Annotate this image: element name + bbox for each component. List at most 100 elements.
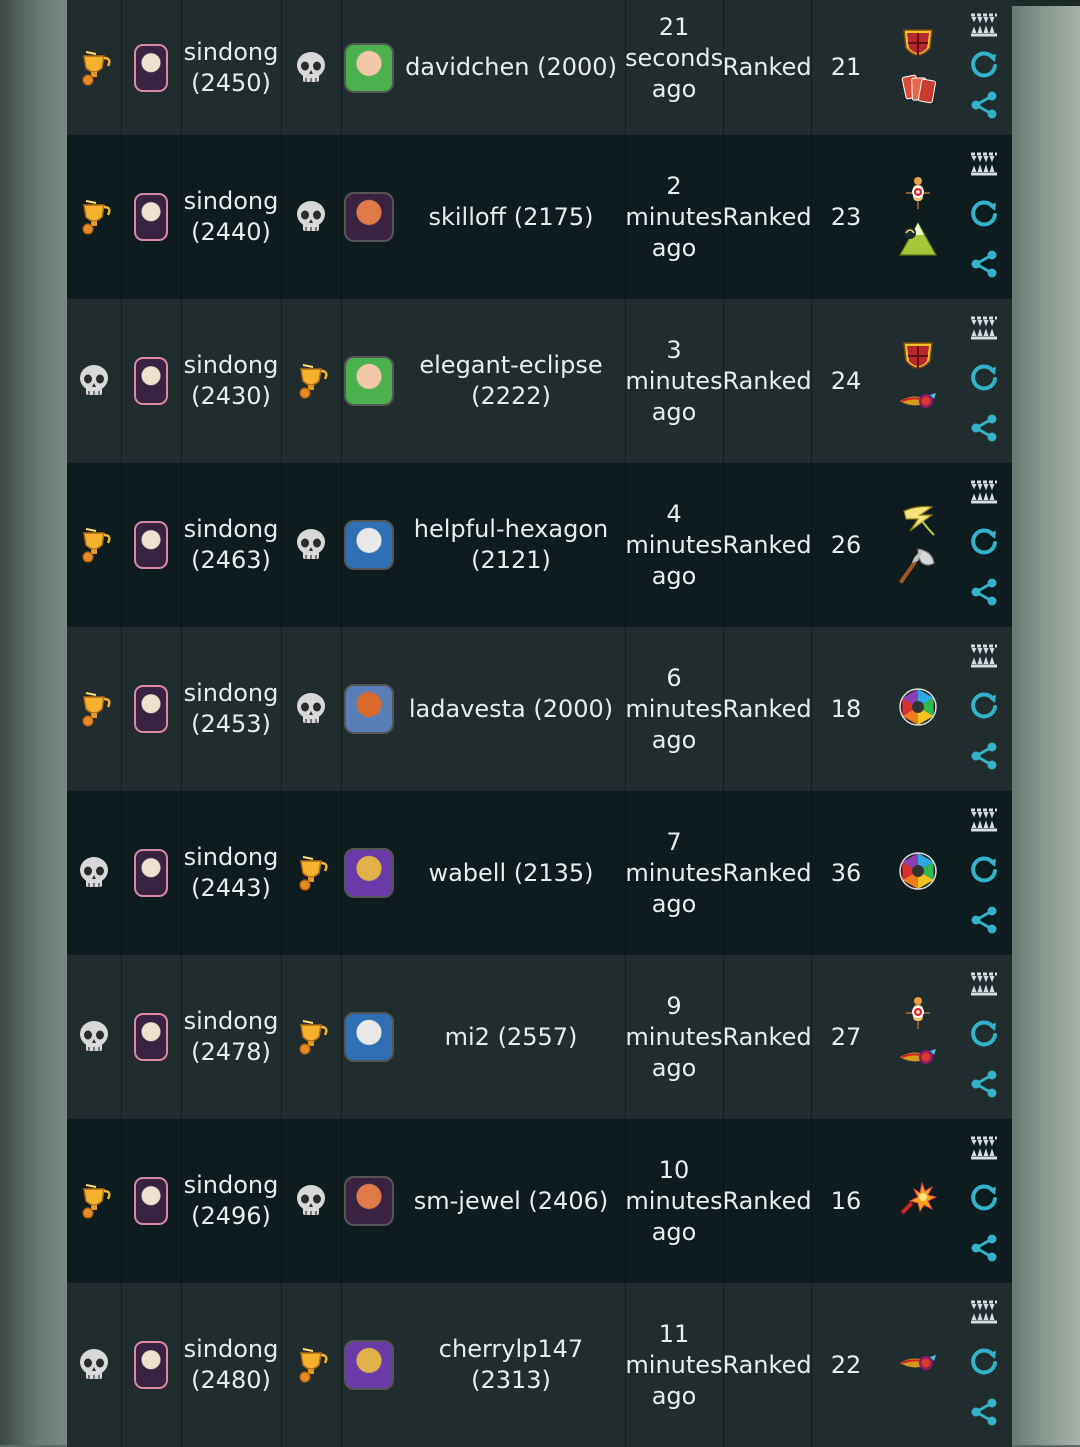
replay-button[interactable] — [968, 361, 1000, 397]
fangs-icon[interactable] — [969, 478, 999, 510]
fangs-icon[interactable] — [969, 970, 999, 1002]
player-name-label: sindong (2496) — [183, 1171, 279, 1230]
trophy-icon — [67, 627, 121, 791]
match-row[interactable]: sindong (2440) skilloff (2175) 2 minutes a… — [67, 135, 1012, 299]
column-divider — [723, 463, 724, 627]
opponent-name[interactable]: ladavesta (2000) — [397, 627, 625, 791]
player-avatar[interactable] — [121, 463, 181, 627]
match-mode-label: Ranked — [722, 1350, 812, 1379]
replay-button[interactable] — [968, 1345, 1000, 1381]
match-row[interactable]: sindong (2480) cherrylp147 (2313) 11 minut… — [67, 1283, 1012, 1447]
fangs-icon[interactable] — [969, 806, 999, 838]
opponent-avatar[interactable] — [341, 1119, 397, 1283]
share-button[interactable] — [968, 904, 1000, 940]
share-button[interactable] — [968, 740, 1000, 776]
cards-icon — [898, 68, 938, 112]
opponent-avatar[interactable] — [341, 627, 397, 791]
share-button[interactable] — [968, 89, 1000, 125]
fangs-icon[interactable] — [969, 11, 999, 43]
opponent-avatar[interactable] — [341, 1283, 397, 1447]
skull-icon — [67, 299, 121, 463]
opponent-name[interactable]: wabell (2135) — [397, 791, 625, 955]
opponent-avatar[interactable] — [341, 135, 397, 299]
share-button[interactable] — [968, 1068, 1000, 1104]
opponent-avatar[interactable] — [341, 299, 397, 463]
column-divider — [281, 299, 282, 463]
player-name[interactable]: sindong (2450) — [181, 0, 281, 135]
share-button[interactable] — [968, 1396, 1000, 1432]
match-mode: Ranked — [722, 1283, 812, 1447]
player-name[interactable]: sindong (2480) — [181, 1283, 281, 1447]
column-divider — [181, 1283, 182, 1447]
match-row[interactable]: sindong (2443) wabell (2135) 7 minutes ago… — [67, 791, 1012, 955]
opponent-name[interactable]: elegant-eclipse (2222) — [397, 299, 625, 463]
opponent-name[interactable]: davidchen (2000) — [397, 0, 625, 135]
match-row[interactable]: sindong (2478) mi2 (2557) 9 minutes ago Ran… — [67, 955, 1012, 1119]
match-time-label: 3 minutes ago — [625, 335, 723, 426]
player-name[interactable]: sindong (2463) — [181, 463, 281, 627]
trophy-icon — [281, 1283, 341, 1447]
opponent-name[interactable]: mi2 (2557) — [397, 955, 625, 1119]
match-row[interactable]: sindong (2450) davidchen (2000) 21 seconds… — [67, 0, 1012, 135]
share-button[interactable] — [968, 412, 1000, 448]
turn-count-label: 36 — [830, 858, 862, 887]
opponent-avatar[interactable] — [341, 463, 397, 627]
fangs-icon[interactable] — [969, 1298, 999, 1330]
avatar — [134, 193, 168, 241]
match-row[interactable]: sindong (2496) sm-jewel (2406) 10 minutes … — [67, 1119, 1012, 1283]
replay-button[interactable] — [968, 1181, 1000, 1217]
match-mode-label: Ranked — [722, 1186, 812, 1215]
player-name[interactable]: sindong (2430) — [181, 299, 281, 463]
opponent-name[interactable]: sm-jewel (2406) — [397, 1119, 625, 1283]
player-name[interactable]: sindong (2496) — [181, 1119, 281, 1283]
replay-button[interactable] — [968, 689, 1000, 725]
fangs-icon[interactable] — [969, 150, 999, 182]
rainbow-wheel-icon — [898, 687, 938, 731]
opponent-name[interactable]: helpful-hexagon (2121) — [397, 463, 625, 627]
avatar — [134, 849, 168, 897]
player-name[interactable]: sindong (2478) — [181, 955, 281, 1119]
fangs-icon[interactable] — [969, 314, 999, 346]
replay-button[interactable] — [968, 48, 1000, 84]
share-button[interactable] — [968, 248, 1000, 284]
opponent-name[interactable]: skilloff (2175) — [397, 135, 625, 299]
player-avatar[interactable] — [121, 1119, 181, 1283]
replay-button[interactable] — [968, 525, 1000, 561]
match-row[interactable]: sindong (2463) helpful-hexagon (2121) 4 mi… — [67, 463, 1012, 627]
avatar — [134, 1177, 168, 1225]
ruleset-icons — [881, 627, 955, 791]
player-avatar[interactable] — [121, 627, 181, 791]
match-row[interactable]: sindong (2430) elegant-eclipse (2222) 3 mi… — [67, 299, 1012, 463]
match-row[interactable]: sindong (2453) ladavesta (2000) 6 minutes … — [67, 627, 1012, 791]
skull-icon — [67, 1283, 121, 1447]
column-divider — [281, 135, 282, 299]
turn-count-label: 16 — [830, 1186, 862, 1215]
player-name[interactable]: sindong (2440) — [181, 135, 281, 299]
fangs-icon[interactable] — [969, 1134, 999, 1166]
match-mode: Ranked — [722, 1119, 812, 1283]
player-avatar[interactable] — [121, 1283, 181, 1447]
player-avatar[interactable] — [121, 955, 181, 1119]
replay-button[interactable] — [968, 853, 1000, 889]
player-avatar[interactable] — [121, 0, 181, 135]
avatar — [344, 520, 394, 570]
ruleset-icons — [881, 299, 955, 463]
background-left — [0, 0, 67, 1445]
opponent-avatar[interactable] — [341, 791, 397, 955]
share-button[interactable] — [968, 1232, 1000, 1268]
opponent-avatar[interactable] — [341, 0, 397, 135]
opponent-name[interactable]: cherrylp147 (2313) — [397, 1283, 625, 1447]
player-avatar[interactable] — [121, 791, 181, 955]
player-name-label: sindong (2478) — [183, 1007, 279, 1066]
player-avatar[interactable] — [121, 299, 181, 463]
player-name[interactable]: sindong (2453) — [181, 627, 281, 791]
share-button[interactable] — [968, 576, 1000, 612]
player-avatar[interactable] — [121, 135, 181, 299]
skull-icon — [281, 0, 341, 135]
column-divider — [121, 1283, 122, 1447]
player-name[interactable]: sindong (2443) — [181, 791, 281, 955]
opponent-avatar[interactable] — [341, 955, 397, 1119]
replay-button[interactable] — [968, 197, 1000, 233]
replay-button[interactable] — [968, 1017, 1000, 1053]
fangs-icon[interactable] — [969, 642, 999, 674]
